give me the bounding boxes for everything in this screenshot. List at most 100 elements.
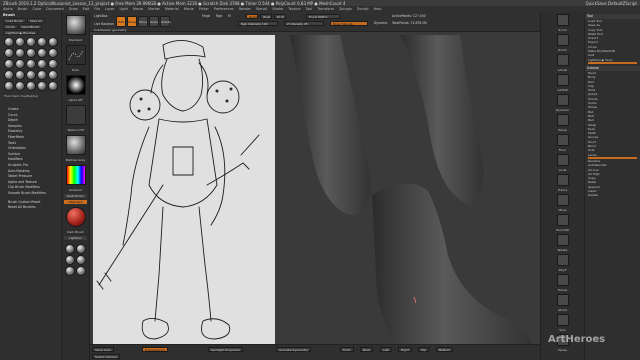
floor-icon[interactable] bbox=[556, 134, 569, 146]
quick-save[interactable]: QuickSave DefaultZScript bbox=[586, 1, 637, 6]
focal-shift-slider[interactable]: Focal Shift 0 bbox=[306, 14, 340, 19]
brush-thumb[interactable] bbox=[4, 81, 14, 91]
menu-zplugin[interactable]: Zplugin bbox=[339, 7, 352, 11]
menu-file[interactable]: File bbox=[94, 7, 100, 11]
brush-thumb[interactable] bbox=[37, 81, 47, 91]
stroke-dots-tile[interactable] bbox=[66, 45, 86, 65]
menu-stencil[interactable]: Stencil bbox=[256, 7, 267, 11]
brush-thumb[interactable] bbox=[26, 70, 36, 80]
menu-texture[interactable]: Texture bbox=[288, 7, 300, 11]
polyf-icon[interactable] bbox=[556, 254, 569, 266]
menu-document[interactable]: Document bbox=[46, 7, 64, 11]
scroll-icon[interactable] bbox=[556, 14, 569, 26]
brush-thumb[interactable] bbox=[48, 81, 58, 91]
select-brush-button[interactable]: SelectBrush bbox=[18, 24, 43, 29]
left-view-button[interactable]: Left bbox=[380, 347, 392, 352]
menu-help[interactable]: Help bbox=[374, 7, 382, 11]
bottom-view-button[interactable]: Bottom bbox=[436, 347, 454, 352]
brush-thumb[interactable] bbox=[4, 70, 14, 80]
brush-thumb[interactable] bbox=[37, 48, 47, 58]
brush-thumb[interactable] bbox=[4, 37, 14, 47]
switch-color-button[interactable]: SwitchColor bbox=[64, 194, 87, 198]
brush-thumb[interactable] bbox=[15, 59, 25, 69]
material-sphere-icon[interactable] bbox=[66, 207, 86, 227]
brush-thumb[interactable] bbox=[26, 81, 36, 91]
front-view-button[interactable]: Front bbox=[340, 347, 354, 352]
menu-picker[interactable]: Picker bbox=[199, 7, 209, 11]
m-toggle[interactable]: M bbox=[226, 13, 233, 20]
load-brush-button[interactable]: Load Brush bbox=[3, 18, 26, 23]
menu-zscript[interactable]: Zscript bbox=[357, 7, 369, 11]
animate-symmetry-button[interactable]: Animate Symmetry bbox=[276, 347, 312, 352]
brush-thumb[interactable] bbox=[15, 37, 25, 47]
material-thumb[interactable] bbox=[65, 266, 75, 276]
menu-alpha[interactable]: Alpha bbox=[3, 7, 13, 11]
rotate-button[interactable]: Rotate bbox=[160, 16, 171, 27]
matcap-tile[interactable] bbox=[66, 135, 86, 155]
material-thumb[interactable] bbox=[65, 255, 75, 265]
dynamic-icon[interactable] bbox=[556, 94, 569, 106]
menu-brush[interactable]: Brush bbox=[18, 7, 28, 11]
material-thumb[interactable] bbox=[76, 244, 86, 254]
brush-thumb[interactable] bbox=[4, 48, 14, 58]
menu-marker[interactable]: Marker bbox=[148, 7, 160, 11]
rgb-toggle[interactable]: Rgb bbox=[214, 13, 224, 20]
zadd-toggle[interactable]: Zadd bbox=[246, 14, 258, 19]
z-intensity-slider[interactable]: Z Intensity 25 bbox=[284, 21, 324, 26]
save-as-button[interactable]: Save As bbox=[26, 18, 45, 23]
menu-stroke[interactable]: Stroke bbox=[272, 7, 283, 11]
rotate-icon[interactable] bbox=[556, 234, 569, 246]
dynamic-toggle[interactable]: Dynamic bbox=[372, 20, 390, 27]
brush-thumb[interactable] bbox=[15, 70, 25, 80]
rgb-intensity-slider[interactable]: Rgb Intensity 100 bbox=[238, 21, 278, 26]
viewport-canvas[interactable] bbox=[90, 32, 540, 352]
delete-button[interactable]: Delete bbox=[585, 193, 640, 197]
brush-thumb[interactable] bbox=[26, 37, 36, 47]
brush-thumb[interactable] bbox=[4, 59, 14, 69]
standard-brush-tile[interactable] bbox=[66, 15, 86, 35]
alternate-button[interactable]: Alternate bbox=[64, 200, 87, 204]
menu-material[interactable]: Material bbox=[165, 7, 179, 11]
menu-light[interactable]: Light bbox=[119, 7, 127, 11]
menu-layer[interactable]: Layer bbox=[105, 7, 114, 11]
color-picker-icon[interactable] bbox=[66, 165, 86, 185]
menu-transform[interactable]: Transform bbox=[317, 7, 334, 11]
scale-button[interactable]: Scale bbox=[149, 16, 159, 27]
right-view-button[interactable]: Right bbox=[398, 347, 412, 352]
lightbox-button[interactable]: Lightbox bbox=[64, 236, 87, 240]
ghost-icon[interactable] bbox=[556, 294, 569, 306]
menu-smooth-brush-modifiers[interactable]: Smooth Brush Modifiers bbox=[8, 191, 53, 197]
menu-draw[interactable]: Draw bbox=[69, 7, 78, 11]
brush-thumb[interactable] bbox=[15, 48, 25, 58]
zcut-toggle[interactable]: Zcut bbox=[274, 14, 286, 19]
alpha-tile[interactable] bbox=[66, 75, 86, 95]
material-thumb[interactable] bbox=[76, 255, 86, 265]
brush-thumb[interactable] bbox=[48, 70, 58, 80]
brush-thumb[interactable] bbox=[26, 48, 36, 58]
edit-button[interactable]: Edit bbox=[116, 16, 126, 27]
frame-icon[interactable] bbox=[556, 174, 569, 186]
live-boolean-toggle[interactable]: Live Boolean bbox=[92, 21, 116, 28]
select-camera-button[interactable]: Select Camera bbox=[92, 354, 120, 359]
brush-thumb[interactable] bbox=[48, 37, 58, 47]
aahalf-icon[interactable] bbox=[556, 74, 569, 86]
move-button[interactable]: Move bbox=[138, 16, 148, 27]
draw-button[interactable]: Draw bbox=[127, 16, 137, 27]
transp-icon[interactable] bbox=[556, 274, 569, 286]
zoom-icon[interactable] bbox=[556, 34, 569, 46]
texture-tile[interactable] bbox=[66, 105, 86, 125]
store-cam-button[interactable]: Store Cam bbox=[92, 347, 114, 352]
local-icon[interactable] bbox=[556, 154, 569, 166]
menu-macro[interactable]: Macro bbox=[133, 7, 143, 11]
move-icon[interactable] bbox=[556, 194, 569, 206]
menu-render[interactable]: Render bbox=[239, 7, 251, 11]
brush-thumb[interactable] bbox=[37, 70, 47, 80]
brush-thumb[interactable] bbox=[48, 59, 58, 69]
material-thumb[interactable] bbox=[76, 266, 86, 276]
brush-thumb[interactable] bbox=[37, 59, 47, 69]
persp-icon[interactable] bbox=[556, 114, 569, 126]
brush-thumb[interactable] bbox=[15, 81, 25, 91]
zoom3d-icon[interactable] bbox=[556, 214, 569, 226]
clone-brush-button[interactable]: Clone bbox=[3, 24, 18, 29]
back-view-button[interactable]: Back bbox=[360, 347, 374, 352]
